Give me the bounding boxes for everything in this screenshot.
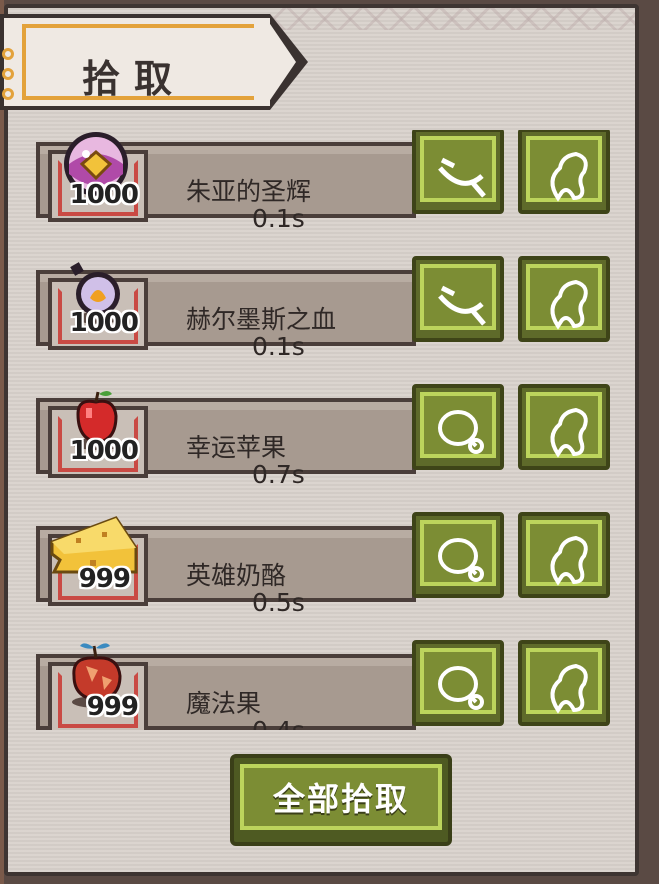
feed-button[interactable] — [518, 130, 610, 214]
list-item: 幸运苹果 0.7s 1000 — [36, 384, 616, 489]
list-item: 英雄奶酪 0.5s 999 — [36, 512, 616, 617]
bird-icon — [550, 535, 588, 586]
title-tab-tip — [266, 18, 296, 106]
bird-icon — [550, 151, 588, 202]
bird-icon — [550, 279, 588, 330]
list-item: 魔法果 0.4s 999 — [36, 640, 616, 730]
eat-icon — [438, 410, 484, 454]
item-name: 朱亚的圣辉 — [186, 177, 312, 206]
eat-icon — [438, 666, 484, 710]
header-decoration — [270, 8, 635, 30]
holy-light-potion-icon: 1000 — [56, 130, 139, 210]
blood-potion-icon: 1000 — [56, 252, 139, 338]
drink-icon — [438, 157, 486, 198]
item-name: 英雄奶酪 — [186, 561, 287, 590]
drink-button[interactable] — [412, 130, 504, 214]
item-list[interactable]: 朱亚的圣辉 0.1s 1000 赫尔墨斯之血 0.1s 1000 幸运苹果 0.… — [36, 130, 616, 730]
bird-icon — [550, 663, 588, 714]
feed-button[interactable] — [518, 256, 610, 342]
apple-icon: 1000 — [56, 380, 139, 466]
cheese-icon: 999 — [46, 508, 142, 594]
pick-all-button[interactable]: 全部拾取 — [230, 754, 452, 846]
item-time: 0.4s — [252, 716, 305, 730]
pick-all-label: 全部拾取 — [272, 780, 409, 818]
item-quantity: 1000 — [69, 308, 139, 338]
magic-fruit-icon: 999 — [56, 636, 139, 722]
eat-button[interactable] — [412, 640, 504, 726]
eat-button[interactable] — [412, 384, 504, 470]
binder-rings — [2, 48, 16, 108]
item-time: 0.1s — [252, 332, 305, 361]
eat-button[interactable] — [412, 512, 504, 598]
item-quantity: 1000 — [69, 436, 139, 466]
drink-button[interactable] — [412, 256, 504, 342]
feed-button[interactable] — [518, 512, 610, 598]
item-quantity: 999 — [86, 692, 139, 722]
eat-icon — [438, 538, 484, 582]
item-quantity: 1000 — [69, 180, 139, 210]
item-time: 0.1s — [252, 204, 305, 233]
feed-button[interactable] — [518, 384, 610, 470]
item-quantity: 999 — [78, 564, 131, 594]
title-tab: 拾取 — [0, 14, 308, 110]
item-time: 0.5s — [252, 588, 305, 617]
item-name: 魔法果 — [186, 689, 262, 718]
page-title: 拾取 — [82, 57, 187, 101]
drink-icon — [438, 285, 486, 326]
item-time: 0.7s — [252, 460, 305, 489]
item-name: 幸运苹果 — [186, 433, 287, 462]
list-item: 赫尔墨斯之血 0.1s 1000 — [36, 256, 616, 361]
list-item: 朱亚的圣辉 0.1s 1000 — [36, 130, 616, 233]
item-name: 赫尔墨斯之血 — [186, 305, 337, 334]
bird-icon — [550, 407, 588, 458]
feed-button[interactable] — [518, 640, 610, 726]
